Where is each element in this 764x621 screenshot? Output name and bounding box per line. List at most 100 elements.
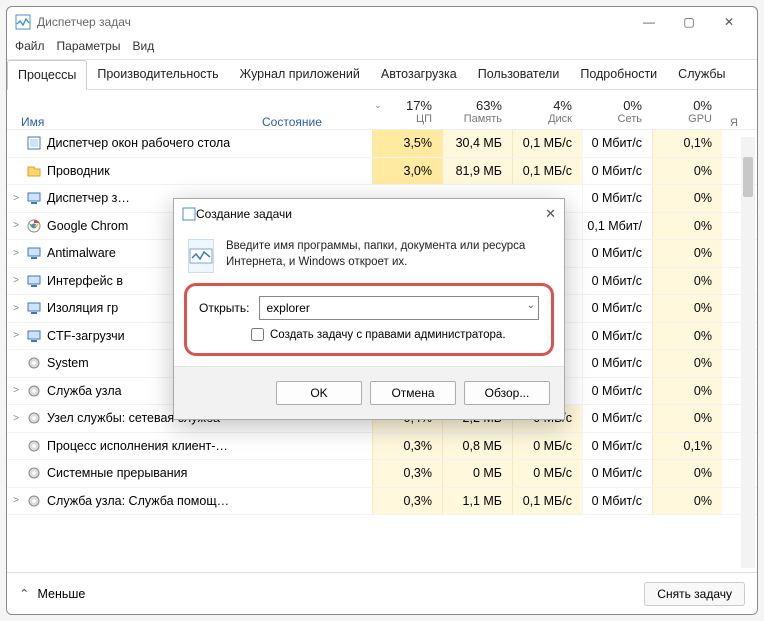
chevron-down-icon[interactable]: ⌄ [527,300,535,311]
disk-cell: 0 МБ/с [512,460,582,487]
mem-cell: 0,8 МБ [442,433,512,460]
menu-options[interactable]: Параметры [57,39,121,53]
cancel-button[interactable]: Отмена [370,381,456,405]
gpu-cell: 0% [652,240,722,267]
maximize-button[interactable]: ▢ [669,8,709,36]
expand-icon[interactable]: > [7,495,25,506]
col-disk[interactable]: 4%Диск [512,96,582,129]
table-row[interactable]: Диспетчер окон рабочего стола3,5%30,4 МБ… [7,130,757,158]
disk-cell: 0,1 МБ/с [512,158,582,185]
col-cpu[interactable]: ⌄17%ЦП [372,96,442,129]
cpu-cell: 0,3% [372,433,442,460]
gpu-cell: 0% [652,213,722,240]
net-cell: 0 Мбит/с [582,158,652,185]
mem-cell: 0 МБ [442,460,512,487]
footer: ⌃ Меньше Снять задачу [7,572,757,614]
net-cell: 0 Мбит/с [582,130,652,157]
col-extra[interactable]: Я [722,117,740,129]
process-icon [25,246,43,260]
tabs: Процессы Производительность Журнал прило… [7,59,757,90]
dialog-icon [182,207,196,221]
gpu-cell: 0% [652,350,722,377]
cpu-cell: 0,3% [372,460,442,487]
mem-cell: 1,1 МБ [442,488,512,515]
dialog-description: Введите имя программы, папки, документа … [226,239,550,273]
net-cell: 0 Мбит/с [582,185,652,212]
dialog-titlebar: Создание задачи ✕ [174,199,564,229]
tab-users[interactable]: Пользователи [468,60,571,89]
close-button[interactable]: ✕ [709,8,749,36]
col-memory[interactable]: 63%Память [442,96,512,129]
expand-icon[interactable]: > [7,385,25,396]
process-icon [25,356,43,370]
col-state[interactable]: Состояние [262,115,372,129]
gpu-cell: 0% [652,488,722,515]
window-title: Диспетчер задач [37,15,131,29]
open-combobox[interactable]: ⌄ [259,296,539,320]
process-icon [25,164,43,178]
menu-file[interactable]: Файл [15,39,45,53]
browse-button[interactable]: Обзор... [464,381,550,405]
col-name[interactable]: Имя [7,115,262,129]
process-icon [25,191,43,205]
highlight-box: Открыть: ⌄ Создать задачу с правами адми… [184,283,554,356]
expand-icon[interactable]: > [7,303,25,314]
expand-icon[interactable]: > [7,248,25,259]
end-task-button[interactable]: Снять задачу [644,582,745,606]
col-network[interactable]: 0%Сеть [582,96,652,129]
scrollbar[interactable] [741,137,755,568]
process-icon [25,301,43,315]
cpu-cell: 3,0% [372,158,442,185]
process-icon [25,136,43,150]
col-gpu[interactable]: 0%GPU [652,96,722,129]
titlebar: Диспетчер задач ― ▢ ✕ [7,7,757,37]
process-name: Проводник [25,164,262,178]
open-input[interactable] [259,296,539,320]
gpu-cell: 0% [652,405,722,432]
expand-icon[interactable]: > [7,330,25,341]
expand-icon[interactable]: > [7,413,25,424]
run-icon [188,239,214,273]
chevron-up-icon[interactable]: ⌃ [19,586,29,601]
gpu-cell: 0% [652,378,722,405]
menubar: Файл Параметры Вид [7,37,757,59]
scrollbar-thumb[interactable] [743,157,753,197]
gpu-cell: 0% [652,158,722,185]
process-name: Системные прерывания [25,466,262,480]
admin-label: Создать задачу с правами администратора. [270,329,506,341]
tab-services[interactable]: Службы [668,60,736,89]
process-icon [25,494,43,508]
expand-icon[interactable]: > [7,193,25,204]
net-cell: 0 Мбит/с [582,378,652,405]
expand-icon[interactable]: > [7,220,25,231]
net-cell: 0 Мбит/с [582,240,652,267]
menu-view[interactable]: Вид [132,39,154,53]
expand-icon[interactable]: > [7,275,25,286]
fewer-details-link[interactable]: Меньше [37,587,85,601]
tab-details[interactable]: Подробности [570,60,668,89]
tab-apphistory[interactable]: Журнал приложений [230,60,371,89]
table-row[interactable]: Процесс исполнения клиент-…0,3%0,8 МБ0 М… [7,433,757,461]
minimize-button[interactable]: ― [629,8,669,36]
mem-cell: 30,4 МБ [442,130,512,157]
admin-checkbox[interactable] [251,328,264,341]
process-icon [25,219,43,233]
table-row[interactable]: Проводник3,0%81,9 МБ0,1 МБ/с0 Мбит/с0% [7,158,757,186]
tab-startup[interactable]: Автозагрузка [371,60,468,89]
gpu-cell: 0,1% [652,130,722,157]
process-icon [25,439,43,453]
create-task-dialog: Создание задачи ✕ Введите имя программы,… [173,198,565,420]
gpu-cell: 0% [652,268,722,295]
dialog-close-button[interactable]: ✕ [545,206,556,222]
tab-processes[interactable]: Процессы [7,60,87,90]
ok-button[interactable]: OK [276,381,362,405]
table-row[interactable]: Системные прерывания0,3%0 МБ0 МБ/с0 Мбит… [7,460,757,488]
tab-performance[interactable]: Производительность [87,60,229,89]
gpu-cell: 0% [652,460,722,487]
net-cell: 0 Мбит/с [582,405,652,432]
table-row[interactable]: >Служба узла: Служба помощ…0,3%1,1 МБ0,1… [7,488,757,516]
columns-header: Имя Состояние ⌄17%ЦП 63%Память 4%Диск 0%… [7,90,757,130]
net-cell: 0 Мбит/с [582,488,652,515]
process-icon [25,384,43,398]
net-cell: 0 Мбит/с [582,433,652,460]
